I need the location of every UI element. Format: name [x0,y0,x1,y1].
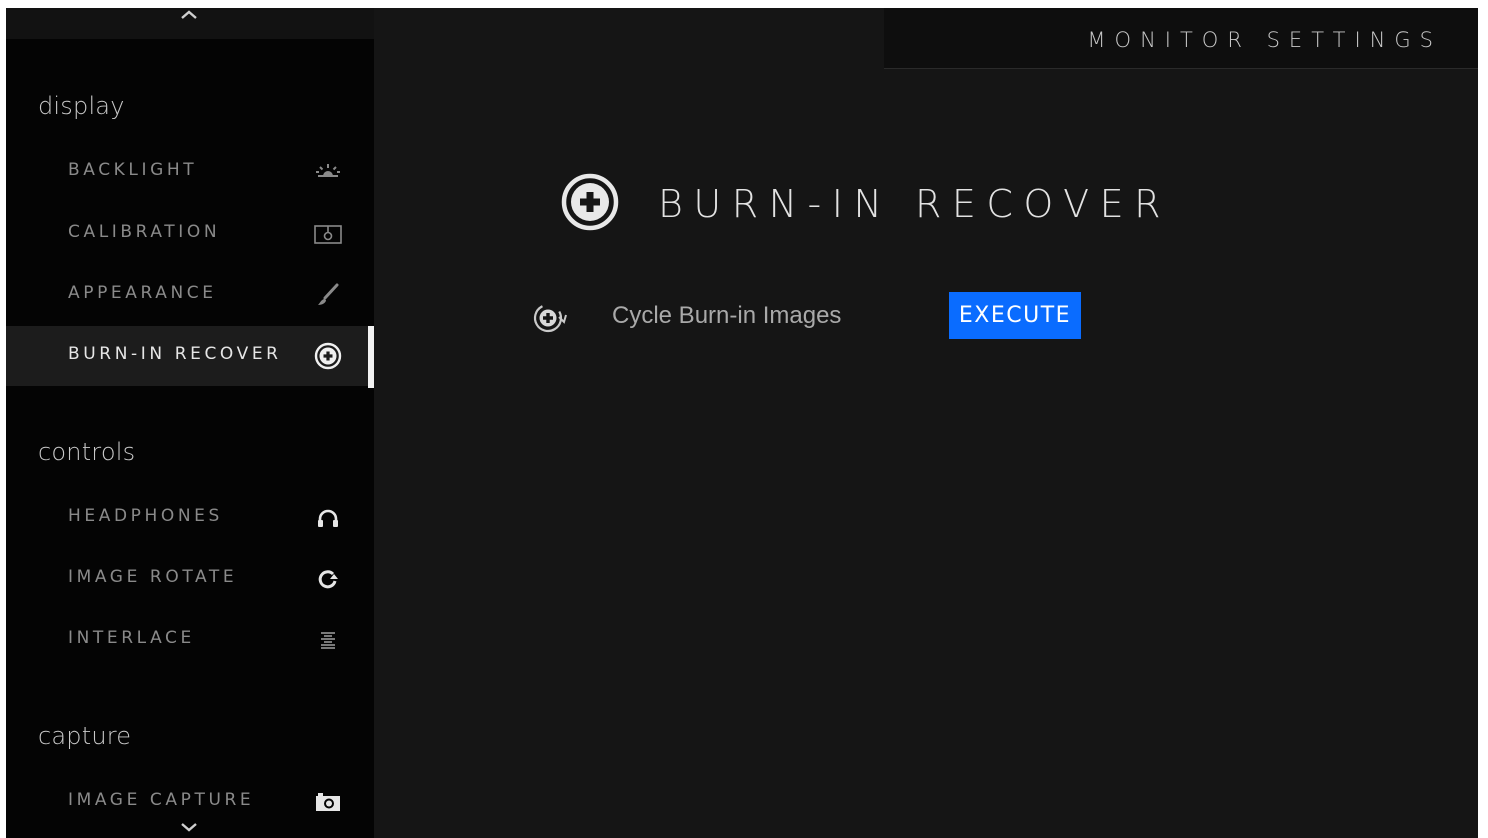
sidebar-item-label: IMAGE ROTATE [68,567,238,587]
sidebar-item-label: APPEARANCE [68,283,217,303]
sidebar: display BACKLIGHT CALIBRATION APPEARANCE… [6,8,374,838]
interlace-icon [313,626,343,654]
header-bar: MONITOR SETTINGS [884,8,1478,69]
camera-icon [313,788,343,816]
scroll-down-button[interactable] [178,820,200,834]
sidebar-item-label: IMAGE CAPTURE [68,790,255,810]
sidebar-item-label: CALIBRATION [68,222,221,242]
sidebar-item-calibration[interactable]: CALIBRATION [6,204,374,264]
sidebar-item-label: HEADPHONES [68,506,223,526]
sidebar-item-label: BURN-IN RECOVER [68,344,282,364]
plus-circle-icon [561,173,619,231]
sidebar-item-burn-in-recover[interactable]: BURN-IN RECOVER [6,326,374,388]
sidebar-item-label: INTERLACE [68,628,195,648]
cycle-plus-icon [533,303,567,333]
sidebar-item-label: BACKLIGHT [68,160,198,180]
section-title: BURN-IN RECOVER [658,182,1172,226]
page-title: MONITOR SETTINGS [1087,28,1442,52]
main-panel: MONITOR SETTINGS BURN-IN RECOVER Cycle B… [374,8,1478,838]
rotate-icon [313,565,343,593]
backlight-icon [313,158,343,186]
chevron-up-icon [181,10,197,19]
execute-button[interactable]: EXECUTE [949,292,1081,339]
sidebar-item-backlight[interactable]: BACKLIGHT [6,142,374,202]
group-title-controls: controls [38,438,136,466]
sidebar-item-appearance[interactable]: APPEARANCE [6,265,374,325]
sidebar-item-headphones[interactable]: HEADPHONES [6,488,374,548]
calibration-icon [313,220,343,248]
group-title-display: display [38,92,125,120]
scroll-up-button[interactable] [6,8,374,39]
group-title-capture: capture [38,722,132,750]
brush-icon [313,281,343,309]
headphones-icon [313,504,343,532]
sidebar-item-image-rotate[interactable]: IMAGE ROTATE [6,549,374,609]
row-label: Cycle Burn-in Images [612,302,842,329]
app-frame: display BACKLIGHT CALIBRATION APPEARANCE… [6,8,1478,838]
sidebar-item-interlace[interactable]: INTERLACE [6,610,374,670]
plus-circle-icon [313,342,343,370]
